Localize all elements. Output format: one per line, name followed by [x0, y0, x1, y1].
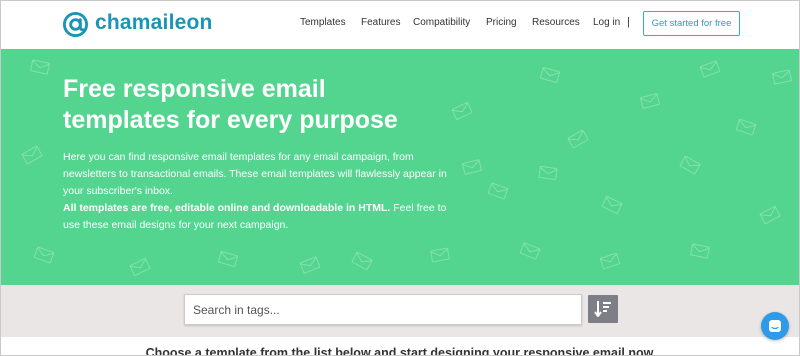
chat-launcher-button[interactable]	[761, 312, 789, 340]
nav-separator: |	[627, 16, 630, 28]
sort-button[interactable]	[588, 295, 618, 323]
envelope-icon	[217, 250, 239, 268]
tag-search-input[interactable]	[184, 294, 582, 325]
site-header: chamaileon Templates Features Compatibil…	[1, 1, 799, 49]
chat-icon	[769, 320, 781, 332]
nav-features[interactable]: Features	[361, 17, 400, 28]
envelope-icon	[487, 182, 509, 200]
sort-descending-icon	[594, 301, 611, 317]
envelope-icon	[567, 129, 589, 149]
nav-resources[interactable]: Resources	[532, 17, 580, 28]
hero-emphasis: All templates are free, editable online …	[63, 202, 391, 214]
envelope-icon	[29, 59, 51, 75]
envelope-icon	[689, 243, 711, 259]
envelope-icon	[519, 242, 541, 260]
nav-templates[interactable]: Templates	[300, 17, 346, 28]
page: chamaileon Templates Features Compatibil…	[0, 0, 800, 356]
nav-login[interactable]: Log in	[593, 17, 620, 28]
envelope-icon	[33, 246, 55, 264]
search-section	[1, 285, 799, 337]
hero-section: Free responsive email templates for ever…	[1, 49, 799, 285]
envelope-icon	[639, 92, 661, 110]
hero-paragraph: All templates are free, editable online …	[63, 200, 463, 234]
main-nav: Templates Features Compatibility Pricing…	[1, 1, 799, 49]
hero-title: Free responsive email templates for ever…	[63, 74, 463, 136]
envelope-icon	[430, 247, 450, 263]
hero-description: Here you can find responsive email templ…	[63, 149, 463, 234]
envelope-icon	[538, 165, 558, 181]
get-started-button[interactable]: Get started for free	[643, 11, 740, 36]
envelope-icon	[679, 155, 701, 175]
envelope-icon	[351, 251, 373, 271]
envelope-icon	[129, 257, 151, 277]
choose-template-heading: Choose a template from the list below an…	[145, 346, 657, 356]
envelope-icon	[601, 195, 623, 215]
nav-compatibility[interactable]: Compatibility	[413, 17, 470, 28]
hero-title-line: Free responsive email	[63, 75, 326, 103]
envelope-icon	[299, 256, 321, 274]
hero-paragraph: Here you can find responsive email templ…	[63, 151, 447, 197]
envelope-icon	[599, 252, 621, 270]
envelope-icon	[759, 205, 781, 225]
hero-title-line: templates for every purpose	[63, 106, 398, 134]
envelope-icon	[771, 69, 793, 85]
envelope-icon	[539, 66, 561, 84]
envelope-icon	[699, 60, 721, 78]
envelope-icon	[21, 145, 43, 165]
nav-pricing[interactable]: Pricing	[486, 17, 517, 28]
envelope-icon	[461, 159, 483, 175]
envelope-icon	[735, 118, 757, 136]
